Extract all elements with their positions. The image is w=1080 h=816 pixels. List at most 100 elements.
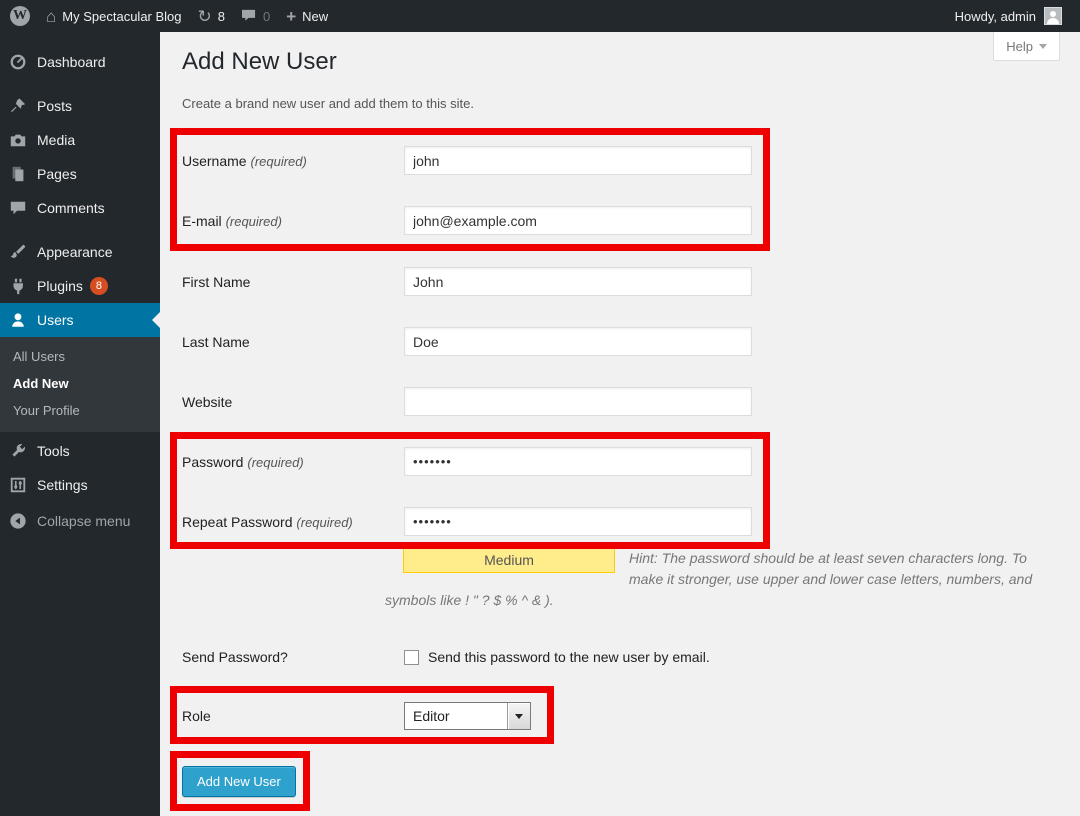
camera-icon: [8, 130, 28, 150]
page-subtitle: Create a brand new user and add them to …: [182, 96, 474, 111]
sidebar-item-media[interactable]: Media: [0, 123, 160, 157]
role-select[interactable]: Editor: [404, 702, 531, 730]
field-label-text: First Name: [182, 274, 250, 290]
form-row-first-name: First Name: [182, 267, 752, 296]
field-label-text: Send Password?: [182, 649, 288, 665]
admin-bar-left: W ⌂ My Spectacular Blog ↻ 8 0 + New: [0, 0, 336, 32]
user-icon: [8, 310, 28, 330]
avatar: [1044, 7, 1062, 25]
password-hint-block: Medium Hint: The password should be at l…: [385, 548, 1033, 611]
field-label-text: Username: [182, 153, 247, 169]
role-label: Role: [182, 708, 404, 724]
field-label-text: Website: [182, 394, 232, 410]
sidebar-item-appearance[interactable]: Appearance: [0, 235, 160, 269]
first-name-label: First Name: [182, 274, 404, 290]
sidebar-item-dashboard[interactable]: Dashboard: [0, 45, 160, 79]
sidebar-item-comments[interactable]: Comments: [0, 191, 160, 225]
repeat-password-input[interactable]: [404, 507, 752, 536]
field-label-text: Role: [182, 708, 211, 724]
new-content-menu[interactable]: + New: [278, 0, 336, 32]
first-name-input[interactable]: [404, 267, 752, 296]
site-name-label: My Spectacular Blog: [62, 9, 181, 24]
menu-separator: [0, 79, 160, 89]
add-new-user-button[interactable]: Add New User: [182, 766, 296, 797]
collapse-menu-button[interactable]: Collapse menu: [0, 504, 160, 538]
comment-bubble-icon: [241, 9, 263, 23]
sidebar-item-posts[interactable]: Posts: [0, 89, 160, 123]
sidebar-item-label: Media: [37, 132, 75, 148]
repeat-password-label: Repeat Password (required): [182, 514, 404, 530]
pushpin-icon: [8, 96, 28, 116]
chevron-down-icon: [1039, 44, 1047, 49]
last-name-label: Last Name: [182, 334, 404, 350]
email-label: E-mail (required): [182, 213, 404, 229]
sidebar-item-plugins[interactable]: Plugins 8: [0, 269, 160, 303]
sidebar-item-label: Collapse menu: [37, 513, 130, 529]
admin-sidebar: Dashboard Posts Media Pages Comments: [0, 32, 160, 816]
username-label: Username (required): [182, 153, 404, 169]
plugins-update-badge: 8: [90, 277, 108, 295]
wordpress-admin-page: W ⌂ My Spectacular Blog ↻ 8 0 + New Howd…: [0, 0, 1080, 816]
form-row-role: Role Editor: [182, 702, 531, 730]
sidebar-item-settings[interactable]: Settings: [0, 468, 160, 502]
sidebar-item-label: Appearance: [37, 244, 113, 260]
website-input[interactable]: [404, 387, 752, 416]
sidebar-item-label: Settings: [37, 477, 88, 493]
active-item-arrow: [152, 312, 160, 328]
field-label-text: Password: [182, 454, 243, 470]
sidebar-item-all-users[interactable]: All Users: [0, 343, 160, 370]
plug-icon: [8, 276, 28, 296]
admin-bar-right: Howdy, admin: [947, 0, 1080, 32]
page-title: Add New User: [182, 48, 337, 76]
last-name-input[interactable]: [404, 327, 752, 356]
wordpress-logo-menu[interactable]: W: [0, 0, 38, 32]
help-button[interactable]: Help: [993, 32, 1060, 61]
sidebar-item-tools[interactable]: Tools: [0, 434, 160, 468]
password-input[interactable]: [404, 447, 752, 476]
username-input[interactable]: [404, 146, 752, 175]
sidebar-item-label: Comments: [37, 200, 105, 216]
sidebar-item-pages[interactable]: Pages: [0, 157, 160, 191]
required-note: (required): [250, 154, 306, 169]
wordpress-logo-icon: W: [10, 6, 30, 26]
main-content: Help Add New User Create a brand new use…: [160, 32, 1080, 816]
required-note: (required): [247, 455, 303, 470]
send-password-label: Send Password?: [182, 649, 404, 665]
select-dropdown-button[interactable]: [507, 703, 530, 729]
howdy-label: Howdy, admin: [955, 9, 1036, 24]
wrench-icon: [8, 441, 28, 461]
sidebar-item-label: Pages: [37, 166, 77, 182]
sidebar-item-your-profile[interactable]: Your Profile: [0, 397, 160, 424]
update-count: 8: [218, 9, 225, 24]
sidebar-item-add-new[interactable]: Add New: [0, 370, 160, 397]
pages-icon: [8, 164, 28, 184]
form-row-repeat-password: Repeat Password (required): [182, 507, 752, 536]
password-label: Password (required): [182, 454, 404, 470]
required-note: (required): [226, 214, 282, 229]
website-label: Website: [182, 394, 404, 410]
settings-sliders-icon: [8, 475, 28, 495]
account-menu[interactable]: Howdy, admin: [947, 0, 1070, 32]
field-label-text: Last Name: [182, 334, 250, 350]
sidebar-item-label: Dashboard: [37, 54, 106, 70]
send-password-checkbox[interactable]: [404, 650, 419, 665]
chevron-down-icon: [515, 714, 523, 719]
password-strength-meter: Medium: [403, 548, 615, 573]
site-name-menu[interactable]: ⌂ My Spectacular Blog: [38, 0, 190, 32]
updates-menu[interactable]: ↻ 8: [190, 0, 233, 32]
admin-menu: Dashboard Posts Media Pages Comments: [0, 32, 160, 538]
update-icon: ↻: [198, 8, 212, 25]
users-submenu: All Users Add New Your Profile: [0, 337, 160, 432]
plus-icon: +: [286, 8, 296, 25]
form-row-website: Website: [182, 387, 752, 416]
sidebar-item-users[interactable]: Users: [0, 303, 160, 337]
email-input[interactable]: [404, 206, 752, 235]
send-password-checkbox-label: Send this password to the new user by em…: [428, 649, 710, 665]
sidebar-item-label: Users: [37, 312, 74, 328]
comments-menu[interactable]: 0: [233, 0, 278, 32]
form-row-password: Password (required): [182, 447, 752, 476]
field-label-text: E-mail: [182, 213, 222, 229]
role-selected-value: Editor: [405, 703, 507, 729]
paintbrush-icon: [8, 242, 28, 262]
form-row-last-name: Last Name: [182, 327, 752, 356]
